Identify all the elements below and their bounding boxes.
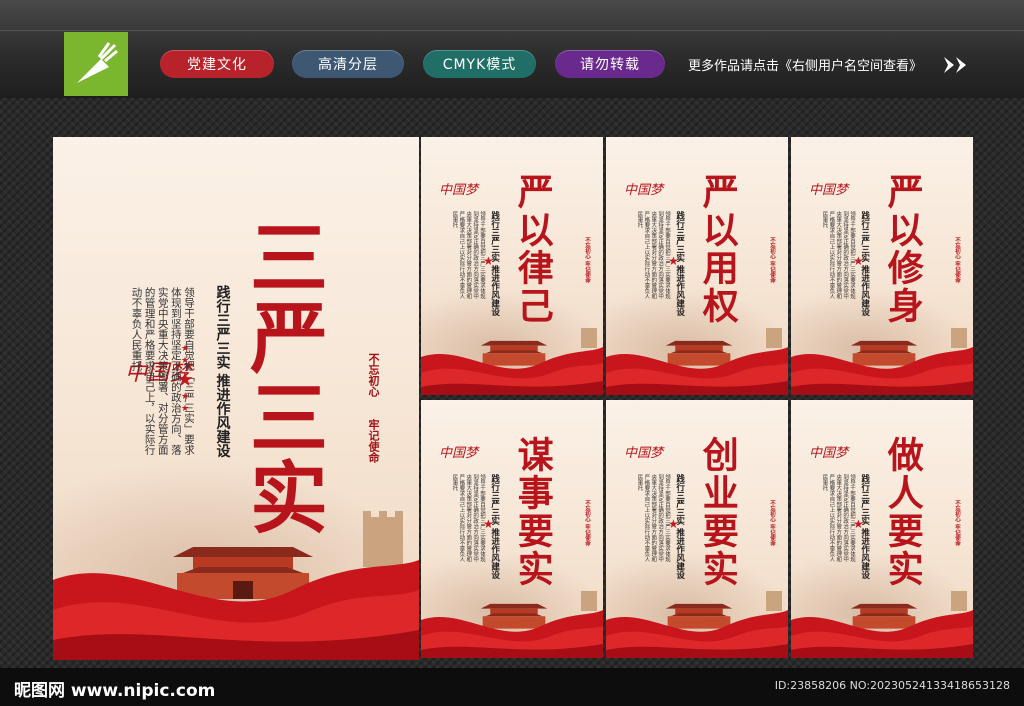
poster-body-text: 领导干部要自觉把三严三实要求体现到坚持坚定正确的政治方向落实党中央重大决策部署对…: [636, 211, 671, 299]
slogan-not-forget: 不忘初心: [367, 353, 380, 397]
more-works-link[interactable]: 更多作品请点击《右侧用户名空间查看》: [688, 55, 922, 74]
poster-body-text: 领导干部要自觉把三严三实要求体现到坚持坚定正确的政治方向落实党中央重大决策部署对…: [451, 211, 486, 299]
red-ribbon-wave: [791, 347, 973, 395]
star-icon: ★: [853, 254, 864, 268]
red-ribbon-wave: [53, 560, 419, 660]
tag-hd-layered[interactable]: 高清分层: [292, 50, 404, 78]
china-dream-brand: 中国梦: [809, 446, 849, 461]
star-icon: ★: [668, 254, 679, 268]
china-dream-brand: 中国梦: [439, 183, 479, 198]
tag-no-repost[interactable]: 请勿转载: [555, 50, 665, 78]
china-dream-brand: 中国梦: [809, 183, 849, 198]
red-ribbon-wave: [421, 347, 603, 395]
tag-cmyk-mode[interactable]: CMYK模式: [423, 50, 536, 78]
small-poster: 中国梦 谋事要实 践行三严三实 推进作风建设 领导干部要自觉把三严三实要求体现到…: [421, 400, 603, 658]
main-subtitle: 践行三严三实 推进作风建设: [214, 285, 231, 458]
image-id-text: ID:23858206 NO:20230524133418653128: [774, 679, 1010, 692]
poster-title: 严以用权: [696, 173, 739, 325]
slogan-seal: 不忘初心 牢记使命: [954, 237, 960, 283]
star-icon: ★: [668, 517, 679, 531]
poster-body-text: 领导干部要自觉把三严三实要求体现到坚持坚定正确的政治方向落实党中央重大决策部署对…: [821, 211, 856, 299]
red-ribbon-wave: [606, 347, 788, 395]
slogan-seal: 不忘初心 牢记使命: [769, 500, 775, 546]
red-ribbon-wave: [791, 610, 973, 658]
small-poster: 中国梦 严以律己 践行三严三实 推进作风建设 领导干部要自觉把三严三实要求体现到…: [421, 137, 603, 395]
poster-body-text: 领导干部要自觉把三严三实要求体现到坚持坚定正确的政治方向落实党中央重大决策部署对…: [821, 474, 856, 562]
star-icon: ★: [176, 367, 194, 391]
poster-title: 严以修身: [881, 173, 924, 325]
small-poster: 中国梦 严以用权 践行三严三实 推进作风建设 领导干部要自觉把三严三实要求体现到…: [606, 137, 788, 395]
main-title: 三严三实: [237, 217, 328, 537]
star-icon: ★: [181, 404, 190, 414]
poster-body-text: 领导干部要自觉把三严三实要求体现到坚持坚定正确的政治方向落实党中央重大决策部署对…: [451, 474, 486, 562]
china-dream-brand: 中国梦: [439, 446, 479, 461]
poster-title: 做人要实: [881, 436, 924, 588]
star-icon: ★: [853, 517, 864, 531]
china-dream-brand: 中国梦: [624, 446, 664, 461]
slogan-seal: 不忘初心 牢记使命: [584, 500, 590, 546]
small-poster: 中国梦 创业要实 践行三严三实 推进作风建设 领导干部要自觉把三严三实要求体现到…: [606, 400, 788, 658]
poster-body-text: 领导干部要自觉把三严三实要求体现到坚持坚定正确的政治方向落实党中央重大决策部署对…: [636, 474, 671, 562]
main-poster: 中国梦 三严三实 践行三严三实 推进作风建设 领导干部要自觉把「三严三实」要求体…: [53, 137, 419, 660]
tag-party-culture[interactable]: 党建文化: [160, 50, 274, 78]
slogan-seal: 不忘初心 牢记使命: [584, 237, 590, 283]
star-icon: ★: [181, 344, 190, 354]
top-bar-divider: [0, 30, 1024, 31]
red-ribbon-wave: [606, 610, 788, 658]
small-poster: 中国梦 做人要实 践行三严三实 推进作风建设 领导干部要自觉把三严三实要求体现到…: [791, 400, 973, 658]
double-chevron-right-icon[interactable]: [942, 55, 970, 79]
top-bar: 党建文化 高清分层 CMYK模式 请勿转载 更多作品请点击《右侧用户名空间查看》: [0, 0, 1024, 98]
poster-title: 创业要实: [696, 436, 739, 588]
slogan-seal: 不忘初心 牢记使命: [769, 237, 775, 283]
star-icon: ★: [483, 517, 494, 531]
pen-nib-icon[interactable]: [64, 32, 128, 96]
slogan-remember: 牢记使命: [367, 419, 380, 463]
china-dream-brand: 中国梦: [624, 183, 664, 198]
slogan-seal: 不忘初心 牢记使命: [954, 500, 960, 546]
star-icon: ★: [483, 254, 494, 268]
poster-title: 谋事要实: [511, 436, 554, 588]
star-icon: ★: [181, 392, 190, 402]
site-watermark: 昵图网 www.nipic.com: [14, 681, 216, 701]
small-poster: 中国梦 严以修身 践行三严三实 推进作风建设 领导干部要自觉把三严三实要求体现到…: [791, 137, 973, 395]
star-icon: ★: [181, 356, 190, 366]
red-ribbon-wave: [421, 610, 603, 658]
poster-title: 严以律己: [511, 173, 554, 325]
